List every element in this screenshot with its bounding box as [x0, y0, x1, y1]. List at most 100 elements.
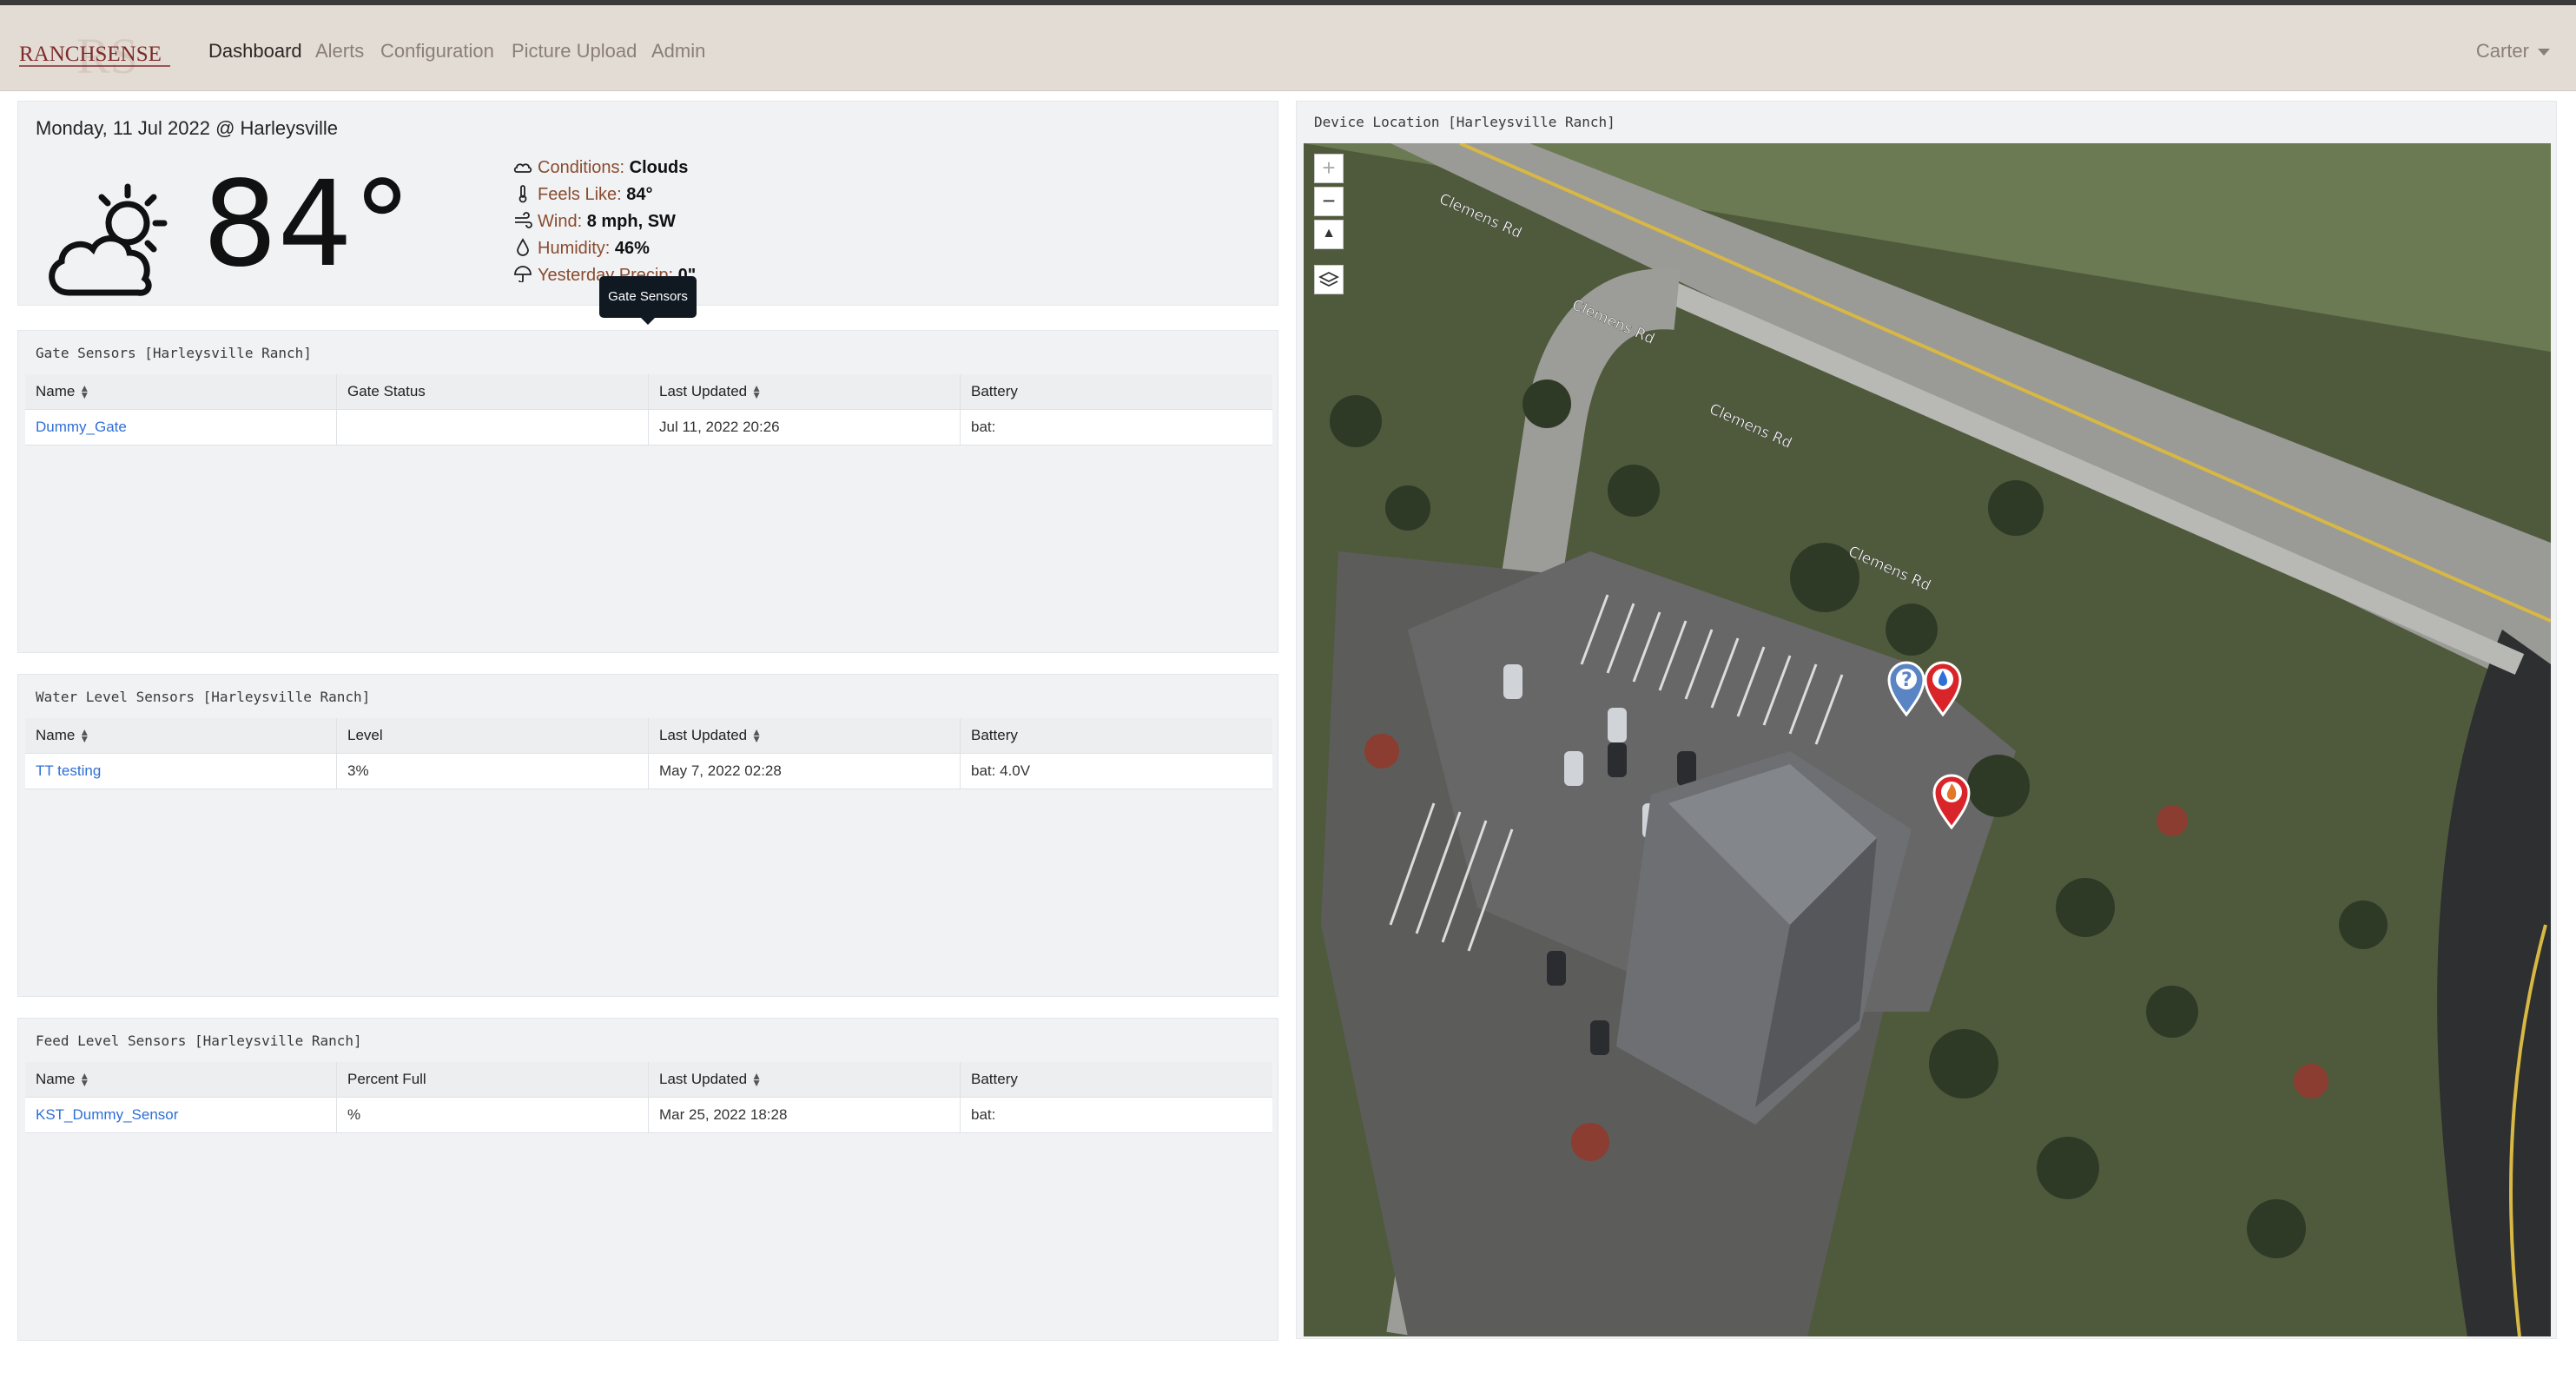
sort-icon[interactable]: ▲ ▼: [79, 383, 89, 400]
user-name: Carter: [2475, 40, 2529, 62]
header-label: Battery: [971, 727, 1018, 743]
sensor-name-link[interactable]: KST_Dummy_Sensor: [36, 1106, 178, 1124]
sensor-name-link[interactable]: TT testing: [36, 762, 101, 780]
last-updated-cell: Mar 25, 2022 18:28: [649, 1098, 961, 1132]
gate-sensors-title: Gate Sensors [Harleysville Ranch]: [36, 345, 312, 361]
water-sensors-table: Name ▲ ▼ Level Last Updated ▲ ▼ Battery TT t…: [25, 718, 1272, 789]
partly-cloudy-sun-icon: [43, 178, 199, 326]
feels-like-value: 84°: [626, 185, 653, 204]
column-header-battery: Battery: [961, 718, 1272, 753]
level-cell: 3%: [337, 754, 649, 788]
column-header-name[interactable]: Name ▲ ▼: [25, 374, 337, 409]
nav-admin[interactable]: Admin: [651, 40, 705, 63]
nav-picture-upload[interactable]: Picture Upload: [512, 40, 637, 63]
gate-sensors-tooltip: Gate Sensors: [599, 276, 697, 325]
device-location-title: Device Location [Harleysville Ranch]: [1314, 114, 1615, 130]
sort-icon[interactable]: ▲ ▼: [751, 383, 762, 400]
satellite-map[interactable]: Clemens Rd Clemens Rd Clemens Rd Clemens…: [1304, 143, 2551, 1336]
feed-sensors-table: Name ▲ ▼ Percent Full Last Updated ▲ ▼ Batte…: [25, 1062, 1272, 1133]
gate-status-cell: [337, 410, 649, 445]
weather-panel: Monday, 11 Jul 2022 @ Harleysville 84° C…: [17, 101, 1278, 306]
table-row: KST_Dummy_Sensor % Mar 25, 2022 18:28 ba…: [25, 1097, 1272, 1133]
water-sensors-title: Water Level Sensors [Harleysville Ranch]: [36, 689, 371, 705]
header-label: Gate Status: [347, 383, 426, 399]
wind-icon: [513, 211, 532, 230]
gate-sensors-panel: Gate Sensors [Harleysville Ranch] Name ▲ ▼…: [17, 330, 1278, 653]
zoom-out-icon[interactable]: −: [1314, 187, 1344, 216]
header-label: Battery: [971, 383, 1018, 399]
last-updated-cell: Jul 11, 2022 20:26: [649, 410, 961, 445]
header-label: Name: [36, 383, 76, 399]
navbar: RS RANCHSENSE Dashboard Alerts Configura…: [0, 5, 2576, 91]
column-header-battery: Battery: [961, 1062, 1272, 1097]
header-label: Name: [36, 1071, 76, 1087]
user-menu[interactable]: Carter: [2476, 40, 2550, 63]
table-header: Name ▲ ▼ Level Last Updated ▲ ▼ Battery: [25, 718, 1272, 753]
humidity-row: Humidity: 46%: [513, 238, 650, 259]
zoom-in-icon[interactable]: +: [1314, 154, 1344, 183]
column-header-status: Gate Status: [337, 374, 649, 409]
battery-cell: bat:: [971, 419, 996, 435]
conditions-row: Conditions: Clouds: [513, 157, 688, 178]
column-header-name[interactable]: Name ▲ ▼: [25, 1062, 337, 1097]
humidity-value: 46%: [614, 239, 650, 258]
column-header-percent-full: Percent Full: [337, 1062, 649, 1097]
table-header: Name ▲ ▼ Gate Status Last Updated ▲ ▼ Batter…: [25, 374, 1272, 409]
header-label: Battery: [971, 1071, 1018, 1087]
feels-like-label: Feels Like:: [538, 185, 622, 204]
temperature-reading: 84°: [202, 156, 413, 294]
weather-date-location: Monday, 11 Jul 2022 @ Harleysville: [36, 117, 339, 139]
column-header-level: Level: [337, 718, 649, 753]
umbrella-icon: [513, 265, 532, 282]
sort-icon[interactable]: ▲ ▼: [751, 727, 762, 744]
svg-text:?: ?: [1901, 670, 1912, 691]
table-row: TT testing 3% May 7, 2022 02:28 bat: 4.0…: [25, 753, 1272, 789]
sensor-name-cell: KST_Dummy_Sensor: [25, 1098, 337, 1132]
water-marker-icon[interactable]: [1920, 657, 1965, 717]
compass-icon[interactable]: ▲: [1314, 220, 1344, 249]
table-row: Dummy_Gate Jul 11, 2022 20:26 bat:: [25, 409, 1272, 445]
header-label: Percent Full: [347, 1071, 426, 1087]
cloud-icon: [513, 157, 532, 176]
header-label: Last Updated: [659, 727, 748, 743]
percent-full-cell: %: [337, 1098, 649, 1132]
sort-icon[interactable]: ▲ ▼: [79, 1071, 89, 1088]
battery-cell: bat:: [971, 1106, 996, 1123]
last-updated-cell: May 7, 2022 02:28: [649, 754, 961, 788]
feed-sensors-title: Feed Level Sensors [Harleysville Ranch]: [36, 1033, 362, 1049]
column-header-name[interactable]: Name ▲ ▼: [25, 718, 337, 753]
nav-dashboard[interactable]: Dashboard: [208, 40, 302, 63]
layers-icon[interactable]: [1314, 265, 1344, 294]
column-header-updated[interactable]: Last Updated ▲ ▼: [649, 718, 961, 753]
chevron-down-icon: [2538, 49, 2550, 56]
sensor-name-link[interactable]: Dummy_Gate: [36, 419, 127, 436]
sort-icon[interactable]: ▲ ▼: [79, 727, 89, 744]
humidity-label: Humidity:: [538, 239, 611, 258]
nav-alerts[interactable]: Alerts: [315, 40, 364, 63]
column-header-updated[interactable]: Last Updated ▲ ▼: [649, 374, 961, 409]
nav-configuration[interactable]: Configuration: [380, 40, 494, 63]
sensor-name-cell: Dummy_Gate: [25, 410, 337, 445]
feels-like-row: Feels Like: 84°: [513, 184, 653, 205]
conditions-label: Conditions:: [538, 158, 625, 177]
water-sensors-panel: Water Level Sensors [Harleysville Ranch]…: [17, 674, 1278, 997]
feed-marker-icon[interactable]: [1929, 770, 1974, 830]
droplet-icon: [513, 238, 532, 257]
header-label: Last Updated: [659, 383, 748, 399]
ranchsense-logo[interactable]: RS RANCHSENSE: [16, 23, 177, 87]
wind-label: Wind:: [538, 212, 583, 231]
battery-cell: bat: 4.0V: [971, 762, 1031, 779]
sensor-name-cell: TT testing: [25, 754, 337, 788]
logo-text: RANCHSENSE: [19, 43, 162, 66]
column-header-updated[interactable]: Last Updated ▲ ▼: [649, 1062, 961, 1097]
header-label: Name: [36, 727, 76, 743]
header-label: Level: [347, 727, 383, 743]
gate-sensors-table: Name ▲ ▼ Gate Status Last Updated ▲ ▼ Batter…: [25, 374, 1272, 445]
table-header: Name ▲ ▼ Percent Full Last Updated ▲ ▼ Batte…: [25, 1062, 1272, 1097]
sort-icon[interactable]: ▲ ▼: [751, 1071, 762, 1088]
column-header-battery: Battery: [961, 374, 1272, 409]
conditions-value: Clouds: [629, 158, 689, 177]
header-label: Last Updated: [659, 1071, 748, 1087]
wind-value: 8 mph, SW: [586, 212, 676, 231]
wind-row: Wind: 8 mph, SW: [513, 211, 676, 232]
